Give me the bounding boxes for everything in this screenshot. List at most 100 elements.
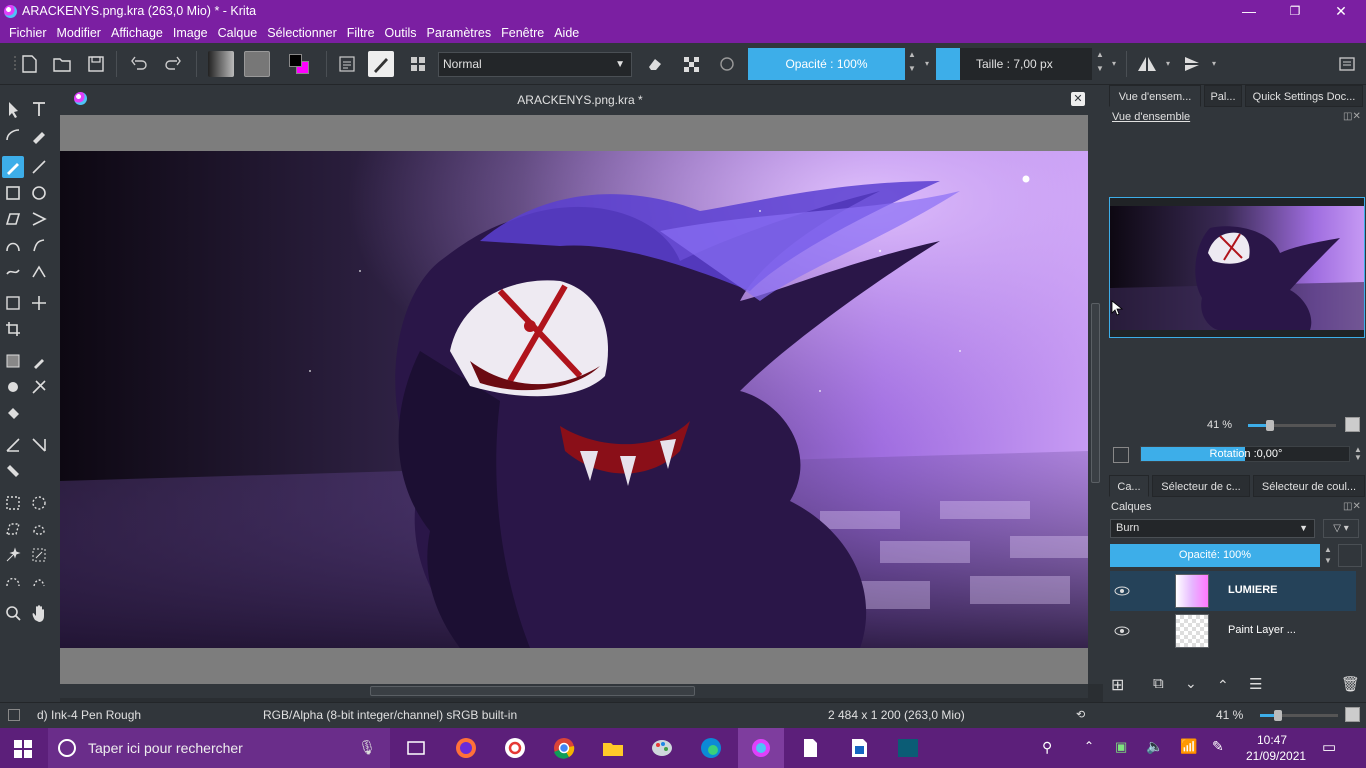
- smart-patch-tool-icon[interactable]: [28, 376, 50, 398]
- gradient-tool-icon[interactable]: [2, 350, 24, 372]
- freehand-path-tool-icon[interactable]: [28, 234, 50, 256]
- menu-selectionner[interactable]: Sélectionner: [262, 23, 342, 43]
- writer-app-icon[interactable]: [845, 734, 873, 762]
- tab-overview[interactable]: Vue d'ensem...: [1109, 85, 1201, 107]
- move-layer-up-icon[interactable]: ⌃: [1217, 677, 1229, 694]
- transform-tool-icon[interactable]: [2, 292, 24, 314]
- app-icon[interactable]: [501, 734, 529, 762]
- delete-layer-icon[interactable]: 🗑: [1341, 675, 1360, 693]
- fit-view-icon[interactable]: [1345, 417, 1360, 432]
- windows-start-icon[interactable]: [14, 740, 32, 758]
- freehand-brush-tool-icon[interactable]: [2, 156, 24, 178]
- new-document-icon[interactable]: [16, 51, 42, 77]
- document-app-icon[interactable]: [796, 734, 824, 762]
- measure-tool-icon[interactable]: [2, 434, 24, 456]
- zoom-tool-icon[interactable]: [2, 602, 24, 624]
- rotate-canvas-icon[interactable]: ⟲: [1076, 708, 1085, 721]
- photoshop-like-app-icon[interactable]: [894, 734, 922, 762]
- volume-icon[interactable]: 🔈: [1146, 738, 1163, 755]
- canvas[interactable]: [60, 115, 1088, 684]
- layer-opacity-slider[interactable]: Opacité: 100%: [1110, 544, 1320, 567]
- overview-thumbnail[interactable]: [1109, 197, 1365, 338]
- rotation-spin-icon[interactable]: ▲ ▼: [1352, 446, 1364, 462]
- layer-properties-icon[interactable]: [1338, 544, 1362, 567]
- wifi-icon[interactable]: 📶: [1180, 738, 1197, 755]
- visibility-eye-icon[interactable]: [1114, 583, 1130, 599]
- select-shapes-tool-icon[interactable]: [2, 98, 24, 120]
- crop-tool-icon[interactable]: [2, 318, 24, 340]
- edge-icon[interactable]: [697, 734, 725, 762]
- duplicate-layer-icon[interactable]: ⧉: [1153, 675, 1164, 692]
- file-explorer-icon[interactable]: [599, 734, 627, 762]
- polyline-tool-icon[interactable]: [28, 208, 50, 230]
- rotation-slider[interactable]: Rotation :0,00°: [1140, 446, 1350, 462]
- edit-shapes-tool-icon[interactable]: [2, 124, 24, 146]
- mirror-vertical-icon[interactable]: [1180, 51, 1206, 77]
- reload-preset-icon[interactable]: [714, 51, 740, 77]
- rect-select-tool-icon[interactable]: [2, 492, 24, 514]
- menu-affichage[interactable]: Affichage: [106, 23, 168, 43]
- layer-opacity-spin-icon[interactable]: ▲ ▼: [1322, 544, 1334, 567]
- wrap-around-icon[interactable]: [405, 51, 431, 77]
- foreground-color[interactable]: [289, 54, 302, 67]
- similar-select-tool-icon[interactable]: [28, 544, 50, 566]
- freehand-select-tool-icon[interactable]: [28, 518, 50, 540]
- chevron-up-icon[interactable]: ⌃: [1084, 739, 1094, 753]
- calligraphy-tool-icon[interactable]: [28, 124, 50, 146]
- minimize-button[interactable]: —: [1226, 0, 1272, 23]
- multibrush-tool-icon[interactable]: [28, 260, 50, 282]
- notifications-icon[interactable]: ▭: [1322, 738, 1336, 756]
- layer-blend-mode-select[interactable]: Burn ▼: [1110, 519, 1315, 538]
- ellipse-tool-icon[interactable]: [28, 182, 50, 204]
- tab-palette[interactable]: Pal...: [1204, 85, 1242, 107]
- horizontal-scrollbar[interactable]: [60, 684, 1088, 698]
- undo-icon[interactable]: [126, 51, 152, 77]
- reference-images-tool-icon[interactable]: [2, 460, 24, 482]
- dynamic-brush-tool-icon[interactable]: [2, 260, 24, 282]
- people-icon[interactable]: ⚲: [1042, 739, 1052, 756]
- vertical-scrollbar[interactable]: [1088, 115, 1103, 684]
- mirror-v-menu-icon[interactable]: ▾: [1208, 48, 1220, 80]
- overview-zoom-slider[interactable]: [1248, 420, 1336, 431]
- blend-mode-select[interactable]: Normal ▼: [438, 52, 632, 77]
- artwork-image[interactable]: [60, 151, 1088, 648]
- open-document-icon[interactable]: [49, 51, 75, 77]
- mirror-h-menu-icon[interactable]: ▾: [1162, 48, 1174, 80]
- image-dimensions[interactable]: 2 484 x 1 200 (263,0 Mio): [828, 708, 965, 722]
- opacity-menu-icon[interactable]: ▾: [921, 48, 933, 80]
- tab-color-selector-a[interactable]: Sélecteur de c...: [1152, 475, 1250, 497]
- preserve-alpha-icon[interactable]: [678, 51, 704, 77]
- visibility-eye-icon[interactable]: [1114, 623, 1130, 639]
- size-slider[interactable]: Taille : 7,00 px: [936, 48, 1092, 80]
- layer-row-paint-layer[interactable]: Paint Layer ...: [1110, 611, 1356, 651]
- mirror-horizontal-icon[interactable]: [1134, 51, 1160, 77]
- opacity-spin-icon[interactable]: ▲ ▼: [906, 48, 918, 80]
- rectangle-tool-icon[interactable]: [2, 182, 24, 204]
- fit-zoom-icon[interactable]: [1345, 707, 1360, 722]
- firefox-icon[interactable]: [452, 734, 480, 762]
- brush-editor-icon[interactable]: [368, 51, 394, 77]
- move-layer-down-icon[interactable]: ⌄: [1185, 675, 1197, 692]
- menu-modifier[interactable]: Modifier: [52, 23, 106, 43]
- paint-app-icon[interactable]: [648, 734, 676, 762]
- layer-filter-icon[interactable]: ▽ ▾: [1323, 519, 1359, 538]
- workspace-icon[interactable]: [1334, 51, 1360, 77]
- tab-color-selector-b[interactable]: Sélecteur de coul...: [1253, 475, 1365, 497]
- contiguous-select-tool-icon[interactable]: [2, 544, 24, 566]
- pen-icon[interactable]: ✎: [1212, 738, 1224, 755]
- polygon-select-tool-icon[interactable]: [2, 518, 24, 540]
- size-spin-icon[interactable]: ▲ ▼: [1094, 48, 1106, 80]
- menu-fichier[interactable]: Fichier: [4, 23, 52, 43]
- menu-fenetre[interactable]: Fenêtre: [496, 23, 549, 43]
- fill-tool-icon[interactable]: [2, 402, 24, 424]
- color-picker-tool-icon[interactable]: [28, 350, 50, 372]
- ellipse-select-tool-icon[interactable]: [28, 492, 50, 514]
- restore-button[interactable]: ❐: [1272, 0, 1318, 23]
- microphone-icon[interactable]: 🎙: [358, 739, 376, 756]
- text-tool-icon[interactable]: [28, 98, 50, 120]
- battery-icon[interactable]: ▣: [1115, 739, 1127, 755]
- line-tool-icon[interactable]: [28, 156, 50, 178]
- system-clock[interactable]: 10:47 21/09/2021: [1246, 732, 1306, 764]
- layer-row-lumiere[interactable]: LUMIERE: [1110, 571, 1356, 611]
- layer-properties-sliders-icon[interactable]: ☰: [1249, 675, 1262, 693]
